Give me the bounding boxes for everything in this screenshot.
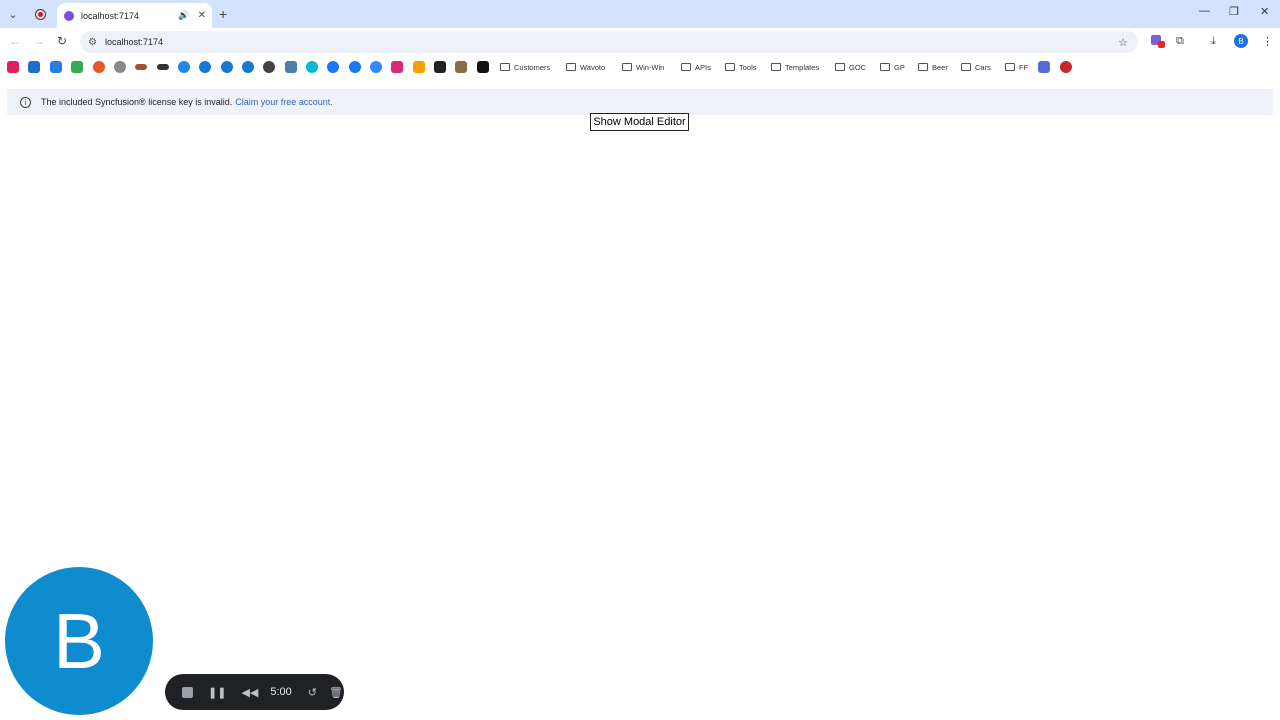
restore-icon[interactable]: ❐ bbox=[1229, 5, 1239, 18]
license-message: The included Syncfusion® license key is … bbox=[41, 97, 233, 107]
folder-icon bbox=[961, 63, 971, 71]
bookmark-folder[interactable]: Tools bbox=[725, 61, 757, 73]
folder-icon bbox=[771, 63, 781, 71]
recording-controls: ❚❚ ◀◀ 5:00 ↺ 🗑 bbox=[165, 674, 344, 710]
bookmark-yellow-icon[interactable] bbox=[413, 61, 425, 73]
back-icon[interactable]: ← bbox=[9, 34, 21, 48]
folder-icon bbox=[500, 63, 510, 71]
google-drive-icon[interactable] bbox=[71, 61, 83, 73]
instagram-icon[interactable] bbox=[391, 61, 403, 73]
bookmark-circle-icon[interactable] bbox=[93, 61, 105, 73]
bookmark-star-icon[interactable]: ☆ bbox=[1118, 36, 1128, 49]
wordpress-icon[interactable] bbox=[199, 61, 211, 73]
folder-icon bbox=[681, 63, 691, 71]
title-bar: ⌄ localhost:7174 🔊 ✕ + — ❐ ✕ bbox=[0, 0, 1280, 28]
folder-icon bbox=[622, 63, 632, 71]
pause-icon[interactable]: ❚❚ bbox=[208, 686, 226, 699]
stop-icon[interactable] bbox=[182, 686, 193, 698]
forward-icon[interactable]: → bbox=[33, 34, 45, 48]
folder-icon bbox=[835, 63, 845, 71]
folder-label: FF bbox=[1019, 62, 1029, 72]
wordpress-icon[interactable] bbox=[221, 61, 233, 73]
record-indicator-icon[interactable] bbox=[32, 6, 48, 22]
show-modal-editor-button[interactable]: Show Modal Editor bbox=[590, 113, 689, 131]
folder-label: Tools bbox=[739, 62, 757, 72]
profile-avatar[interactable]: B bbox=[1234, 34, 1248, 48]
facebook-icon[interactable] bbox=[349, 61, 361, 73]
folder-icon bbox=[725, 63, 735, 71]
minimize-icon[interactable]: — bbox=[1199, 5, 1210, 17]
menu-dots-icon[interactable]: ⋮ bbox=[1262, 35, 1273, 48]
bookmark-folder[interactable]: GOC bbox=[835, 61, 866, 73]
folder-label: APIs bbox=[695, 62, 711, 72]
medium-icon[interactable] bbox=[477, 61, 489, 73]
bookmarks-bar: Customers Wavoto Win-Win APIs Tools Temp… bbox=[0, 56, 1280, 78]
bookmark-folder[interactable]: GP bbox=[880, 61, 905, 73]
recording-timer: 5:00 bbox=[270, 686, 292, 698]
zoom-icon[interactable] bbox=[370, 61, 382, 73]
close-window-icon[interactable]: ✕ bbox=[1260, 5, 1269, 18]
claim-account-link[interactable]: Claim your free account. bbox=[235, 97, 333, 107]
address-text: localhost:7174 bbox=[104, 37, 164, 47]
tab-close-icon[interactable]: ✕ bbox=[198, 10, 206, 21]
bookmark-folder[interactable]: Customers bbox=[500, 61, 550, 73]
address-bar[interactable]: ⚙ localhost:7174 ☆ bbox=[80, 31, 1138, 53]
slack-icon[interactable] bbox=[7, 61, 19, 73]
folder-label: Customers bbox=[514, 62, 551, 72]
bookmark-app-icon[interactable] bbox=[28, 61, 40, 73]
extension-badge-icon[interactable] bbox=[1151, 35, 1165, 48]
bookmark-grid-icon[interactable] bbox=[1038, 61, 1050, 73]
folder-label: Beer bbox=[932, 62, 948, 72]
folder-icon bbox=[566, 63, 576, 71]
car-dark-icon[interactable] bbox=[157, 64, 169, 70]
bookmark-folder[interactable]: Templates bbox=[771, 61, 819, 73]
bookmark-folder[interactable]: APIs bbox=[681, 61, 711, 73]
bookmark-tool-icon[interactable] bbox=[50, 61, 62, 73]
restart-icon[interactable]: ↺ bbox=[308, 686, 317, 699]
site-info-icon[interactable]: ⚙ bbox=[88, 37, 97, 48]
bookmark-folder[interactable]: FF bbox=[1005, 61, 1028, 73]
car-icon[interactable] bbox=[135, 64, 147, 70]
delete-icon[interactable]: 🗑 bbox=[329, 686, 343, 699]
amazon-icon[interactable] bbox=[434, 61, 446, 73]
tab-search-icon[interactable]: ⌄ bbox=[5, 6, 21, 22]
new-tab-icon[interactable]: + bbox=[219, 6, 227, 22]
wordpress-icon[interactable] bbox=[242, 61, 254, 73]
rewind-icon[interactable]: ◀◀ bbox=[241, 686, 258, 699]
globe-icon[interactable] bbox=[263, 61, 275, 73]
folder-label: GP bbox=[894, 62, 905, 72]
audio-playing-icon[interactable]: 🔊 bbox=[178, 10, 189, 21]
bookmark-brown-icon[interactable] bbox=[455, 61, 467, 73]
folder-label: Templates bbox=[785, 62, 820, 72]
bookmark-folder[interactable]: Cars bbox=[961, 61, 991, 73]
bookmark-cyan-icon[interactable] bbox=[306, 61, 318, 73]
blazor-favicon-icon bbox=[64, 10, 74, 21]
folder-icon bbox=[918, 63, 928, 71]
bookmark-grey-icon[interactable] bbox=[114, 61, 126, 73]
bookmark-red-icon[interactable] bbox=[1060, 61, 1072, 73]
folder-icon bbox=[1005, 63, 1015, 71]
folder-label: Cars bbox=[975, 62, 991, 72]
license-banner: i The included Syncfusion® license key i… bbox=[7, 89, 1273, 115]
browser-toolbar: ← → ↻ ⚙ localhost:7174 ☆ ⧉ ⤓ ⋮ bbox=[0, 28, 1280, 56]
facebook-icon[interactable] bbox=[327, 61, 339, 73]
folder-label: GOC bbox=[849, 62, 867, 72]
reload-icon[interactable]: ↻ bbox=[57, 34, 67, 48]
bookmark-folder[interactable]: Wavoto bbox=[566, 61, 605, 73]
bookmark-w-icon[interactable] bbox=[285, 61, 297, 73]
info-icon: i bbox=[20, 96, 31, 108]
folder-icon bbox=[880, 63, 890, 71]
folder-label: Win-Win bbox=[636, 62, 665, 72]
tab-title: localhost:7174 bbox=[81, 10, 140, 21]
bookmark-folder[interactable]: Beer bbox=[918, 61, 948, 73]
tab-localhost[interactable]: localhost:7174 🔊 ✕ bbox=[57, 3, 212, 28]
bookmark-blue-circle-icon[interactable] bbox=[178, 61, 190, 73]
folder-label: Wavoto bbox=[580, 62, 606, 72]
extensions-puzzle-icon[interactable]: ⧉ bbox=[1176, 35, 1184, 48]
webcam-avatar: B bbox=[5, 567, 153, 715]
bookmark-folder[interactable]: Win-Win bbox=[622, 61, 664, 73]
downloads-icon[interactable]: ⤓ bbox=[1211, 35, 1216, 48]
